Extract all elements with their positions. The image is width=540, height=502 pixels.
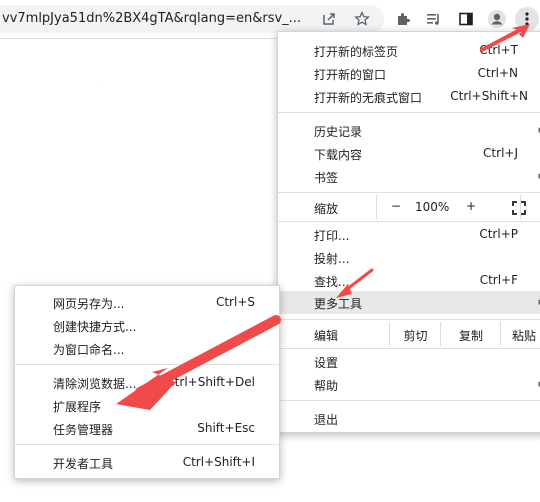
menu-item-find[interactable]: 查找... Ctrl+F — [278, 269, 540, 292]
edit-label: 编辑 — [314, 329, 339, 343]
menu-item-label: 书签 — [314, 171, 339, 185]
submenu-item-create-shortcut[interactable]: 创建快捷方式... — [15, 314, 279, 337]
menu-item-more-tools[interactable]: 更多工具 ▸ — [278, 291, 540, 314]
menu-item-settings[interactable]: 设置 — [278, 350, 540, 373]
menu-divider — [15, 364, 279, 365]
menu-item-label: 下载内容 — [314, 148, 363, 162]
menu-item-label: 历史记录 — [314, 125, 363, 139]
fullscreen-icon[interactable] — [512, 201, 526, 215]
menu-divider — [15, 444, 279, 445]
copy-label: 复制 — [458, 329, 483, 343]
menu-item-label: 创建快捷方式... — [53, 320, 137, 334]
menu-divider — [278, 221, 540, 222]
paste-button[interactable]: 粘贴 — [500, 322, 540, 346]
menu-item-label: 任务管理器 — [53, 423, 114, 437]
menu-item-label: 查找... — [314, 275, 350, 289]
extensions-icon[interactable] — [392, 8, 414, 30]
zoom-label: 缩放 — [314, 202, 339, 216]
star-icon[interactable] — [351, 8, 373, 30]
menu-item-new-tab[interactable]: 打开新的标签页 Ctrl+T — [278, 39, 540, 62]
menu-item-shortcut: Shift+Esc — [197, 421, 255, 435]
more-tools-submenu: 网页另存为... Ctrl+S 创建快捷方式... 为窗口命名... 清除浏览数… — [14, 285, 280, 479]
media-icon[interactable] — [423, 8, 445, 30]
cut-button[interactable]: 剪切 — [389, 322, 441, 346]
menu-item-shortcut: Ctrl+J — [483, 146, 518, 160]
menu-item-shortcut: Ctrl+N — [477, 66, 518, 80]
zoom-level: 100% — [415, 200, 450, 214]
menu-divider — [278, 319, 540, 320]
submenu-item-extensions[interactable]: 扩展程序 — [15, 394, 279, 417]
submenu-item-devtools[interactable]: 开发者工具 Ctrl+Shift+I — [15, 451, 279, 474]
menu-item-label: 开发者工具 — [53, 457, 114, 471]
menu-item-label: 打开新的窗口 — [314, 68, 387, 82]
menu-item-help[interactable]: 帮助 ▸ — [278, 373, 540, 396]
zoom-out-button[interactable]: − — [391, 199, 401, 213]
menu-divider — [278, 192, 540, 193]
zoom-controls: − 100% + — [376, 195, 521, 219]
menu-item-shortcut: Ctrl+Shift+I — [182, 455, 255, 469]
menu-item-bookmarks[interactable]: 书签 ▸ — [278, 165, 540, 188]
menu-item-new-window[interactable]: 打开新的窗口 Ctrl+N — [278, 62, 540, 85]
menu-item-label: 为窗口命名... — [53, 343, 125, 357]
menu-divider — [278, 112, 540, 113]
watermark: · — [100, 80, 104, 91]
menu-item-cast[interactable]: 投射... — [278, 246, 540, 269]
menu-item-label: 投射... — [314, 252, 350, 266]
profile-icon[interactable] — [486, 8, 508, 30]
menu-divider — [278, 400, 540, 401]
menu-item-label: 打印... — [314, 229, 350, 243]
menu-item-exit[interactable]: 退出 — [278, 407, 540, 430]
zoom-in-button[interactable]: + — [466, 199, 476, 213]
menu-zoom-row: 缩放 − 100% + — [278, 195, 540, 219]
menu-item-shortcut: Ctrl+Shift+N — [450, 89, 528, 103]
menu-item-label: 打开新的标签页 — [314, 45, 399, 59]
menu-item-print[interactable]: 打印... Ctrl+P — [278, 223, 540, 246]
menu-item-history[interactable]: 历史记录 ▸ — [278, 119, 540, 142]
copy-button[interactable]: 复制 — [440, 322, 501, 346]
menu-item-label: 清除浏览数据... — [53, 377, 137, 391]
menu-item-shortcut: Ctrl+Shift+Del — [166, 375, 255, 389]
menu-item-label: 扩展程序 — [53, 400, 102, 414]
cut-label: 剪切 — [403, 329, 428, 343]
share-icon[interactable] — [318, 8, 340, 30]
kebab-menu-icon[interactable] — [515, 7, 539, 31]
address-bar[interactable]: vv7mlpJya51dn%2BX4gTA&rqlang=en&rsv_... — [0, 5, 384, 33]
address-bar-url[interactable]: vv7mlpJya51dn%2BX4gTA&rqlang=en&rsv_... — [2, 11, 310, 26]
menu-item-shortcut: Ctrl+S — [215, 295, 255, 309]
menu-divider — [278, 348, 540, 349]
menu-item-label: 打开新的无痕式窗口 — [314, 91, 423, 105]
menu-item-label: 设置 — [314, 356, 339, 370]
menu-item-label: 更多工具 — [314, 297, 363, 311]
menu-item-shortcut: Ctrl+P — [479, 227, 518, 241]
submenu-item-name-window[interactable]: 为窗口命名... — [15, 337, 279, 360]
submenu-item-save-page[interactable]: 网页另存为... Ctrl+S — [15, 291, 279, 314]
paste-label: 粘贴 — [511, 329, 536, 343]
submenu-item-task-manager[interactable]: 任务管理器 Shift+Esc — [15, 417, 279, 440]
menu-item-label: 退出 — [314, 413, 339, 427]
menu-item-label: 帮助 — [314, 379, 339, 393]
sidepanel-icon[interactable] — [455, 8, 477, 30]
menu-item-shortcut: Ctrl+T — [479, 43, 518, 57]
chrome-main-menu: 打开新的标签页 Ctrl+T 打开新的窗口 Ctrl+N 打开新的无痕式窗口 C… — [277, 31, 540, 433]
menu-item-shortcut: Ctrl+F — [479, 273, 518, 287]
menu-item-new-incognito[interactable]: 打开新的无痕式窗口 Ctrl+Shift+N — [278, 85, 540, 108]
menu-edit-row: 编辑 剪切 复制 粘贴 — [278, 322, 540, 346]
menu-item-label: 网页另存为... — [53, 297, 125, 311]
menu-item-downloads[interactable]: 下载内容 Ctrl+J — [278, 142, 540, 165]
submenu-item-clear-data[interactable]: 清除浏览数据... Ctrl+Shift+Del — [15, 371, 279, 394]
